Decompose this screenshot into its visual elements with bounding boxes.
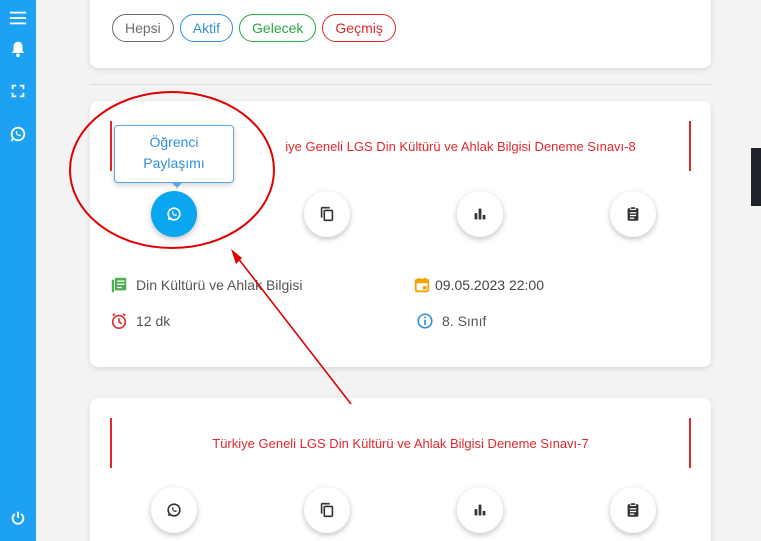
clock-icon bbox=[111, 313, 127, 330]
power-icon[interactable] bbox=[8, 508, 28, 528]
calendar-icon bbox=[414, 277, 430, 293]
bar-chart-icon bbox=[474, 208, 486, 220]
info-icon bbox=[417, 313, 433, 329]
clipboard-button[interactable] bbox=[610, 487, 656, 533]
tooltip-line-1: Öğrenci bbox=[149, 134, 199, 150]
copy-button[interactable] bbox=[304, 487, 350, 533]
exam-title-row: Türkiye Geneli LGS Din Kültürü ve Ahlak … bbox=[110, 418, 691, 468]
sidebar bbox=[0, 0, 36, 541]
filter-aktif-button[interactable]: Aktif bbox=[179, 14, 234, 42]
duration-info: 12 dk bbox=[110, 312, 170, 330]
filter-hepsi-button[interactable]: Hepsi bbox=[112, 14, 174, 42]
statistics-button[interactable] bbox=[457, 191, 503, 237]
date-text: 09.05.2023 22:00 bbox=[435, 277, 544, 293]
whatsapp-icon bbox=[167, 503, 181, 517]
copy-icon bbox=[320, 206, 334, 222]
edge-strip bbox=[751, 148, 761, 206]
subject-text: Din Kültürü ve Ahlak Bilgisi bbox=[136, 277, 303, 293]
divider bbox=[90, 84, 711, 85]
whatsapp-icon[interactable] bbox=[8, 124, 28, 144]
exam-card: Türkiye Geneli LGS Din Kültürü ve Ahlak … bbox=[90, 398, 711, 541]
whatsapp-share-button[interactable] bbox=[151, 487, 197, 533]
copy-button[interactable] bbox=[304, 191, 350, 237]
exam-title: Türkiye Geneli LGS Din Kültürü ve Ahlak … bbox=[212, 435, 589, 451]
book-icon bbox=[111, 277, 127, 293]
clipboard-icon bbox=[627, 206, 639, 221]
filter-gelecek-button[interactable]: Gelecek bbox=[239, 14, 317, 42]
filter-gecmis-button[interactable]: Geçmiş bbox=[322, 14, 396, 42]
copy-icon bbox=[320, 502, 334, 518]
student-share-tooltip: Öğrenci Paylaşımı bbox=[114, 125, 234, 188]
filter-card: Hepsi Aktif Gelecek Geçmiş bbox=[90, 0, 711, 68]
bell-icon[interactable] bbox=[8, 39, 28, 59]
subject-info: Din Kültürü ve Ahlak Bilgisi bbox=[110, 276, 303, 294]
bar-chart-icon bbox=[474, 504, 486, 516]
filter-chips: Hepsi Aktif Gelecek Geçmiş bbox=[112, 14, 396, 42]
duration-text: 12 dk bbox=[136, 313, 171, 329]
statistics-button[interactable] bbox=[457, 487, 503, 533]
grade-text: 8. Sınıf bbox=[442, 313, 487, 329]
whatsapp-icon bbox=[167, 207, 181, 221]
whatsapp-share-button[interactable] bbox=[151, 191, 197, 237]
exam-title: iye Geneli LGS Din Kültürü ve Ahlak Bilg… bbox=[285, 138, 636, 154]
grade-info: 8. Sınıf bbox=[416, 312, 486, 330]
clipboard-icon bbox=[627, 502, 639, 517]
tooltip-line-2: Paylaşımı bbox=[143, 155, 205, 171]
date-info: 09.05.2023 22:00 bbox=[413, 276, 544, 294]
exam-card: iye Geneli LGS Din Kültürü ve Ahlak Bilg… bbox=[90, 101, 711, 367]
menu-icon[interactable] bbox=[8, 8, 28, 28]
fullscreen-icon[interactable] bbox=[8, 81, 28, 101]
clipboard-button[interactable] bbox=[610, 191, 656, 237]
